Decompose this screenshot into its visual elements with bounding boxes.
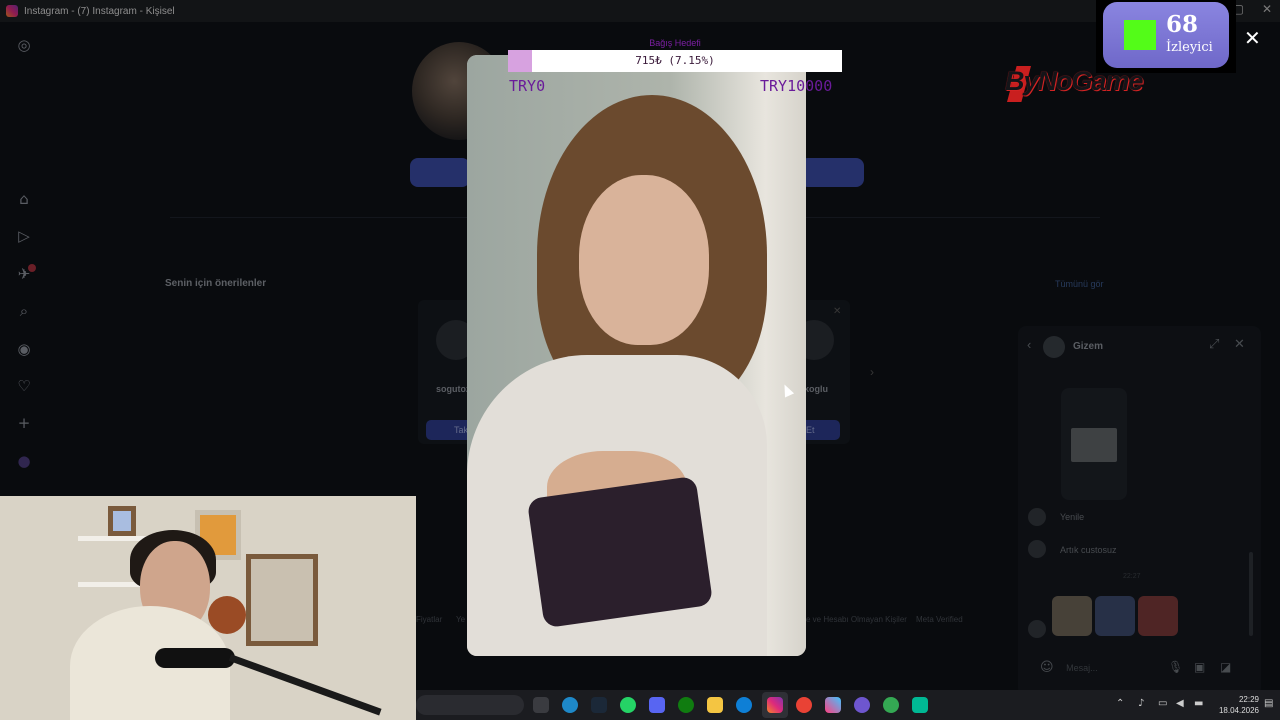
files-icon[interactable] xyxy=(707,697,723,713)
chat-avatar[interactable] xyxy=(1043,336,1065,358)
photo-thumbnail[interactable] xyxy=(1138,596,1178,636)
tray-battery-icon[interactable]: ▬ xyxy=(1194,698,1203,709)
webcam-feed xyxy=(0,496,416,720)
close-window-button[interactable]: ✕ xyxy=(1262,2,1272,16)
next-suggestions-icon[interactable]: › xyxy=(870,365,874,379)
expand-icon[interactable]: ⤢ xyxy=(1209,337,1219,352)
notifications-tray-icon[interactable]: ▤ xyxy=(1264,698,1273,709)
pen-icon[interactable] xyxy=(854,697,870,713)
browser-icon[interactable] xyxy=(736,697,752,713)
taskbar: ⌃ ♪ ▭ ◀ ▬ 22:29 18.04.2026 ▤ xyxy=(416,690,1280,720)
suggestions-title: Senin için önerilenler xyxy=(165,278,267,289)
search-icon[interactable]: ⌕ xyxy=(14,301,34,321)
message-avatar xyxy=(1028,540,1046,558)
photos-icon[interactable] xyxy=(825,697,841,713)
back-icon[interactable]: ‹ xyxy=(1027,337,1031,352)
teddy-bear xyxy=(208,596,246,634)
shared-post[interactable] xyxy=(1061,388,1127,500)
kick-logo-icon xyxy=(1124,20,1156,50)
chat-message: Yenile xyxy=(1060,512,1085,522)
see-all-link[interactable]: Tümünü gör xyxy=(1055,279,1104,289)
chat-popup: ‹ Gizem ⤢ ✕ Yenile Artık custosuz 22:27 … xyxy=(1018,326,1261,696)
notifications-icon[interactable]: ♡ xyxy=(14,376,34,396)
donation-goal-progress: 715₺ (7.15%) xyxy=(635,54,715,67)
window-title: Instagram - (7) Instagram - Kişisel xyxy=(24,5,175,17)
create-icon[interactable]: + xyxy=(14,413,34,433)
system-clock[interactable]: 22:29 18.04.2026 xyxy=(1213,694,1259,716)
chat-contact-name[interactable]: Gizem xyxy=(1073,341,1103,352)
instagram-icon[interactable] xyxy=(767,697,783,713)
clock-time: 22:29 xyxy=(1238,695,1259,704)
message-input[interactable]: ☺ Mesaj... 🎙 ▣ ◪ xyxy=(1040,660,1235,680)
image-icon[interactable]: ▣ xyxy=(1194,660,1205,674)
viewer-counter: 68 İzleyici xyxy=(1096,0,1236,73)
tray-monitor-icon[interactable]: ▭ xyxy=(1158,698,1167,709)
message-avatar xyxy=(1028,620,1046,638)
donation-goal-min: TRY0 xyxy=(509,77,546,95)
window-titlebar: Instagram - (7) Instagram - Kişisel — ▢ … xyxy=(0,0,1280,22)
chat-timestamp: 22:27 xyxy=(1123,573,1141,580)
settings-icon[interactable] xyxy=(533,697,549,713)
photo-face xyxy=(579,175,709,345)
view-archive-button[interactable] xyxy=(800,158,864,187)
photo-cup xyxy=(526,475,714,629)
message-avatar xyxy=(1028,508,1046,526)
sticker-icon[interactable]: ◪ xyxy=(1220,660,1231,674)
chrome-icon[interactable] xyxy=(796,697,812,713)
dismiss-suggestion-icon[interactable]: ✕ xyxy=(833,306,841,317)
donation-goal-max: TRY10000 xyxy=(760,77,833,95)
photo-thumbnail[interactable] xyxy=(1095,596,1135,636)
taskbar-search[interactable] xyxy=(416,695,524,715)
suggestion-username[interactable]: sogutoz xyxy=(436,384,471,394)
steam-icon[interactable] xyxy=(591,697,607,713)
store-icon[interactable] xyxy=(912,697,928,713)
edit-profile-button[interactable] xyxy=(410,158,470,187)
chat-scrollbar[interactable] xyxy=(1249,552,1253,636)
messages-badge xyxy=(28,264,36,272)
close-chat-icon[interactable]: ✕ xyxy=(1234,337,1245,352)
edge-icon[interactable] xyxy=(562,697,578,713)
whatsapp-icon[interactable] xyxy=(620,697,636,713)
instagram-tab-icon xyxy=(6,5,18,17)
tray-mic-icon[interactable]: ♪ xyxy=(1138,698,1144,709)
footer-link[interactable]: Meta Verified xyxy=(916,615,963,624)
tray-volume-icon[interactable]: ◀ xyxy=(1176,698,1184,709)
home-icon[interactable]: ⌂ xyxy=(14,189,34,209)
close-overlay-icon[interactable]: ✕ xyxy=(1244,26,1261,51)
mic-arm xyxy=(228,654,382,716)
message-placeholder: Mesaj... xyxy=(1066,663,1098,673)
footer-link[interactable]: Ye xyxy=(456,615,465,624)
tray-chevron-icon[interactable]: ⌃ xyxy=(1116,698,1124,709)
donation-goal-title: Bağış Hedefi xyxy=(649,38,701,48)
shared-post-preview xyxy=(1071,428,1117,462)
footer-link[interactable]: e ve Hesabı Olmayan Kişiler xyxy=(806,615,907,624)
chat-message: Artık custosuz xyxy=(1060,545,1117,555)
footer-link[interactable]: Fiyatlar xyxy=(416,615,442,624)
viewer-label: İzleyici xyxy=(1166,40,1213,55)
instagram-logo-icon[interactable]: ◎ xyxy=(14,35,34,55)
photo-frame xyxy=(108,506,136,536)
emoji-icon[interactable]: ☺ xyxy=(1040,660,1054,675)
donation-goal-bar: 715₺ (7.15%) xyxy=(508,50,842,72)
photo-thumbnail[interactable] xyxy=(1052,596,1092,636)
story-photo[interactable] xyxy=(467,55,806,656)
profile-icon[interactable]: ● xyxy=(14,451,34,471)
microphone xyxy=(155,648,235,668)
clock-date: 18.04.2026 xyxy=(1218,706,1259,715)
suggestion-username[interactable]: koglu xyxy=(804,384,828,394)
viewer-count: 68 xyxy=(1166,11,1199,38)
microphone-icon[interactable]: 🎙 xyxy=(1168,660,1183,674)
corkboard-frame xyxy=(246,554,318,646)
xbox-icon[interactable] xyxy=(678,697,694,713)
discord-icon[interactable] xyxy=(649,697,665,713)
reels-icon[interactable]: ▷ xyxy=(14,226,34,246)
explore-icon[interactable]: ◉ xyxy=(14,339,34,359)
chrome2-icon[interactable] xyxy=(883,697,899,713)
